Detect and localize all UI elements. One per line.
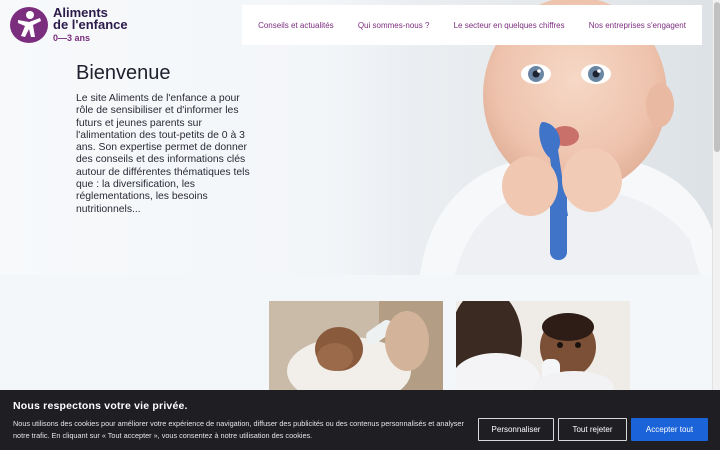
main-nav: Conseils et actualités Qui sommes-nous ?… xyxy=(242,5,702,45)
nav-item-entreprises[interactable]: Nos entreprises s'engagent xyxy=(589,21,686,30)
cookie-text: Nous utilisons des cookies pour améliore… xyxy=(13,419,464,440)
reject-all-button[interactable]: Tout rejeter xyxy=(558,418,627,441)
site-logo[interactable]: Aliments de l'enfance 0—3 ans xyxy=(10,6,128,44)
intro-block: Bienvenue Le site Aliments de l'enfance … xyxy=(76,62,256,216)
logo-age-range: 0—3 ans xyxy=(53,33,91,43)
customize-cookies-button[interactable]: Personnaliser xyxy=(478,418,554,441)
logo-wordmark: Aliments de l'enfance 0—3 ans xyxy=(53,6,128,44)
logo-child-icon xyxy=(10,7,48,43)
page-title: Bienvenue xyxy=(76,62,171,84)
nav-item-secteur-chiffres[interactable]: Le secteur en quelques chiffres xyxy=(454,21,565,30)
nav-item-conseils[interactable]: Conseils et actualités xyxy=(258,21,334,30)
article-card-bottle-feeding[interactable] xyxy=(269,301,443,393)
page: Aliments de l'enfance 0—3 ans Conseils e… xyxy=(0,0,712,450)
vertical-scrollbar[interactable] xyxy=(712,0,720,450)
nav-item-qui-sommes-nous[interactable]: Qui sommes-nous ? xyxy=(358,21,430,30)
scrollbar-thumb[interactable] xyxy=(714,2,720,152)
article-image-2 xyxy=(456,301,630,393)
cookie-title: Nous respectons votre vie privée. xyxy=(13,400,188,412)
accept-all-button[interactable]: Accepter tout xyxy=(631,418,708,441)
logo-title-line2: de l'enfance xyxy=(53,17,128,32)
hero-section: Aliments de l'enfance 0—3 ans Conseils e… xyxy=(0,0,712,275)
article-card-mother-baby[interactable] xyxy=(456,301,630,393)
article-image-1 xyxy=(269,301,443,393)
intro-text: Le site Aliments de l'enfance a pour rôl… xyxy=(76,93,250,215)
